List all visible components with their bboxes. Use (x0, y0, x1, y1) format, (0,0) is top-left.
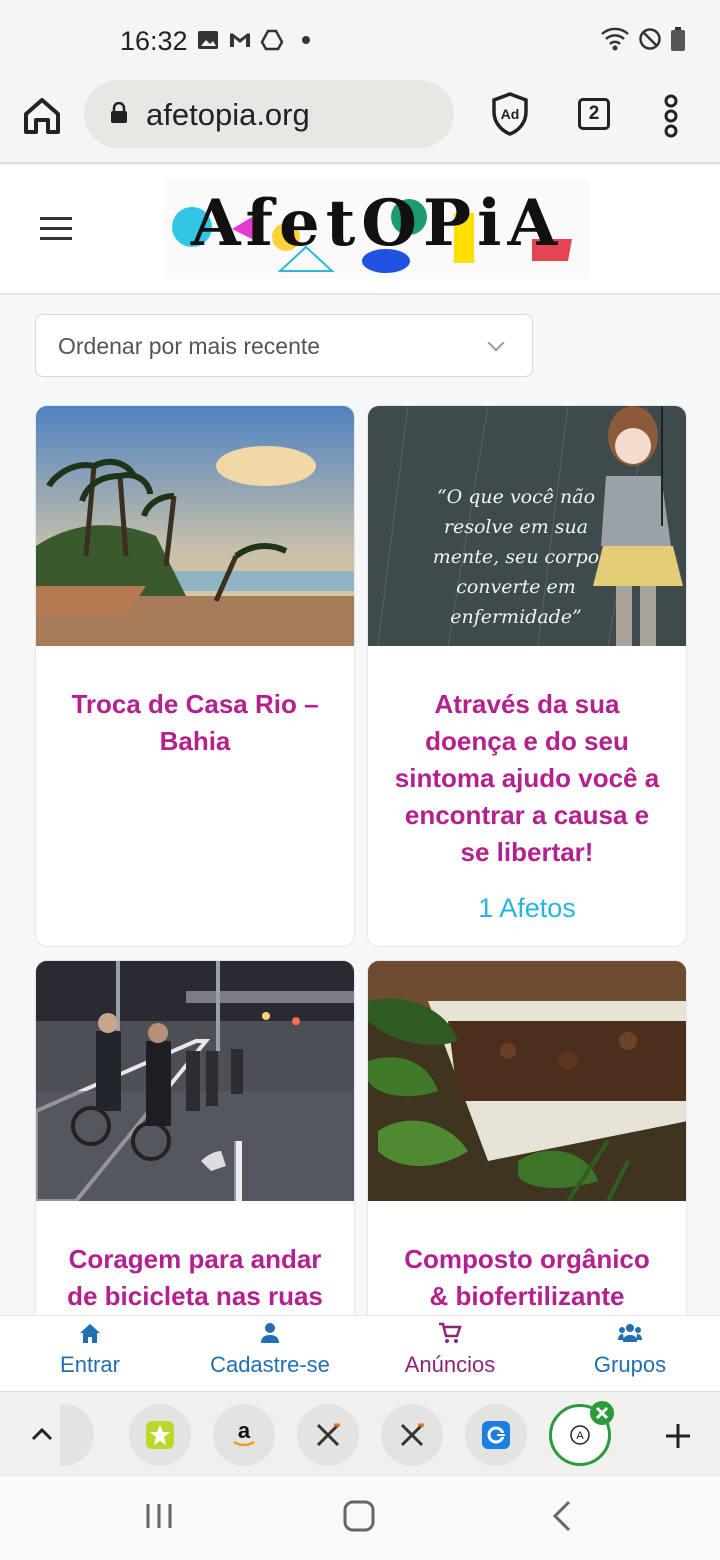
card-image-quote[interactable]: “O que você não resolve em sua mente, se… (368, 406, 686, 646)
home-icon[interactable] (20, 94, 64, 138)
shortcut-star-app[interactable] (129, 1404, 191, 1466)
compost-image (368, 961, 686, 1201)
shortcut-x-app-2[interactable] (381, 1404, 443, 1466)
chevron-up-icon[interactable] (30, 1426, 54, 1442)
nav-item-entrar[interactable]: Entrar (0, 1322, 180, 1378)
nav-label: Grupos (593, 1352, 667, 1377)
quote-text: “O que você não resolve em sua mente, se… (432, 486, 600, 628)
svg-text:a: a (238, 1418, 251, 1443)
logo-text: AfetOPiA (190, 186, 564, 261)
notification-icons (196, 28, 310, 52)
ad-block-icon[interactable]: Ad (490, 92, 530, 136)
more-menu-icon[interactable] (660, 94, 682, 138)
card-title[interactable]: Troca de Casa Rio – Bahia (60, 686, 330, 760)
shortcut-x-app-1[interactable] (297, 1404, 359, 1466)
add-icon[interactable] (664, 1422, 692, 1450)
post-card[interactable]: Composto orgânico & biofertilizante (367, 960, 687, 1315)
amazon-icon: a (233, 1418, 255, 1447)
afetos-count[interactable]: 1 Afetos (368, 893, 686, 924)
card-image-compost[interactable] (368, 961, 686, 1201)
gmail-icon (230, 33, 250, 47)
cart-icon (439, 1322, 462, 1343)
chevron-down-icon (487, 334, 505, 352)
nav-item-cadastre[interactable]: Cadastre-se (180, 1322, 360, 1378)
shortcut-partial[interactable] (60, 1404, 94, 1466)
blue-app-icon (482, 1421, 510, 1449)
users-icon (618, 1324, 642, 1342)
battery-icon (671, 27, 685, 51)
post-card[interactable]: “O que você não resolve em sua mente, se… (367, 405, 687, 947)
recent-apps-icon[interactable] (144, 1501, 174, 1531)
card-title[interactable]: Através da sua doença e do seu sintoma a… (392, 686, 662, 871)
card-title[interactable]: Composto orgânico & biofertilizante (392, 1241, 662, 1315)
card-image-bikes[interactable] (36, 961, 354, 1201)
browser-toolbar: afetopia.org Ad 2 (0, 80, 720, 164)
content-area: Ordenar por mais recente Troca de Casa R… (0, 297, 720, 1315)
url-text: afetopia.org (146, 97, 310, 132)
lock-icon (111, 102, 127, 123)
card-image-beach[interactable] (36, 406, 354, 646)
bikes-image (36, 961, 354, 1201)
do-not-disturb-icon (639, 28, 661, 50)
site-logo[interactable]: AfetOPiA (164, 179, 590, 279)
drive-icon (260, 29, 284, 51)
nav-item-grupos[interactable]: Grupos (540, 1322, 720, 1378)
home-icon (80, 1324, 100, 1343)
a-circle-icon: A (570, 1425, 590, 1445)
post-card[interactable]: Troca de Casa Rio – Bahia (35, 405, 355, 947)
site-header: AfetOPiA (0, 165, 720, 295)
shortcut-blue-app[interactable] (465, 1404, 527, 1466)
more-notifications-dot (302, 36, 310, 44)
status-bar: 16:32 (0, 0, 720, 80)
wifi-icon (601, 27, 629, 51)
system-icons (600, 26, 686, 52)
tab-switcher-button[interactable]: 2 (578, 98, 610, 130)
post-card[interactable]: Coragem para andar de bicicleta nas ruas (35, 960, 355, 1315)
home-button-icon[interactable] (342, 1499, 376, 1533)
star-app-icon (146, 1421, 174, 1449)
shortcut-amazon[interactable]: a (213, 1404, 275, 1466)
user-icon (261, 1323, 279, 1343)
site-bottom-nav: Entrar Cadastre-se Anúncios Grupos (0, 1315, 720, 1391)
address-bar[interactable]: afetopia.org (84, 80, 454, 148)
svg-text:A: A (576, 1430, 584, 1442)
beach-image (36, 406, 354, 646)
nav-label: Anúncios (404, 1352, 496, 1377)
sort-selected-value: Ordenar por mais recente (58, 333, 321, 359)
sort-select[interactable]: Ordenar por mais recente (35, 314, 533, 377)
x-app-icon (316, 1423, 340, 1447)
x-app-icon (400, 1423, 424, 1447)
system-navigation-bar (0, 1477, 720, 1560)
nav-item-anuncios[interactable]: Anúncios (360, 1322, 540, 1378)
back-icon[interactable] (550, 1499, 574, 1533)
status-time: 16:32 (120, 26, 188, 56)
close-badge-icon[interactable] (589, 1400, 615, 1426)
shortcuts-bar: a A (0, 1391, 720, 1477)
card-title[interactable]: Coragem para andar de bicicleta nas ruas (60, 1241, 330, 1315)
nav-label: Cadastre-se (210, 1352, 330, 1377)
svg-text:Ad: Ad (501, 106, 520, 122)
hamburger-menu-icon[interactable] (40, 217, 72, 241)
nav-label: Entrar (60, 1352, 120, 1377)
gallery-icon (198, 31, 218, 49)
